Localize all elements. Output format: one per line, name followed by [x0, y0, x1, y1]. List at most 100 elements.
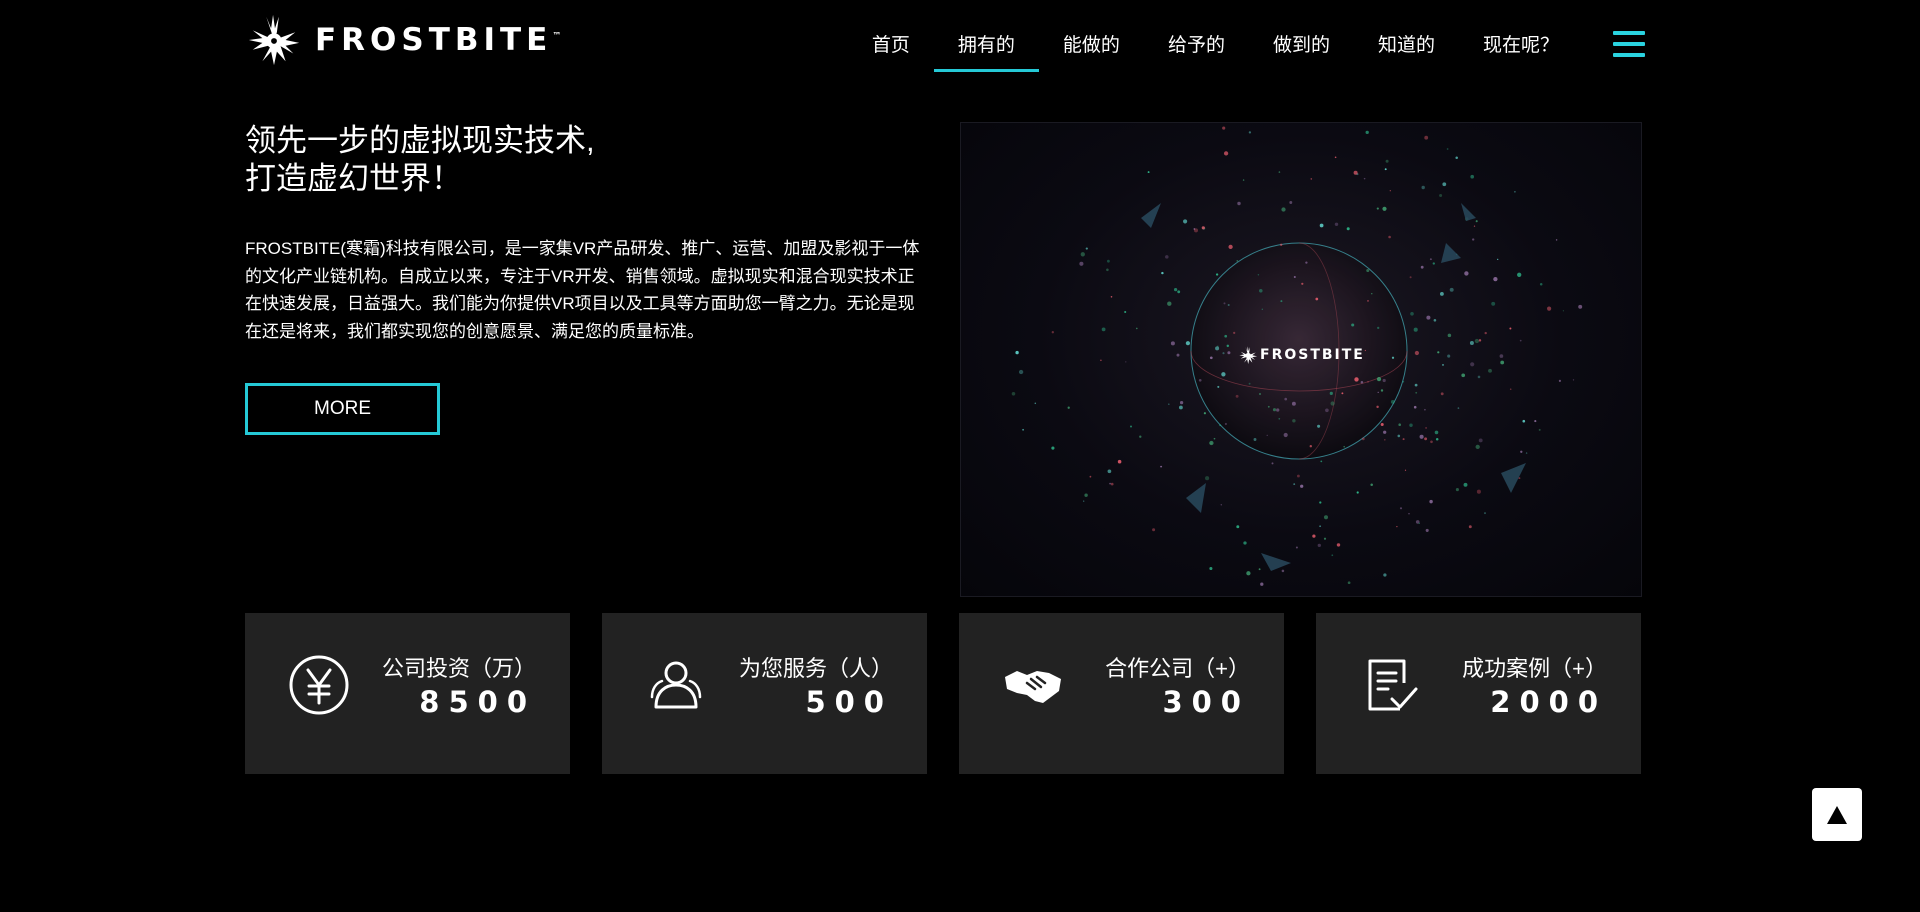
nav-item-home[interactable]: 首页	[848, 0, 934, 80]
particle	[1477, 375, 1481, 379]
particle	[1562, 310, 1564, 312]
stat-label: 公司投资（万）	[381, 656, 536, 681]
particle	[1367, 300, 1369, 302]
particle	[1361, 437, 1365, 441]
particle	[1067, 406, 1070, 409]
stat-card-partners: 合作公司（+） 300	[959, 613, 1284, 774]
particle	[1572, 379, 1575, 381]
particle	[1022, 428, 1024, 431]
particle	[1209, 566, 1213, 571]
particle	[1384, 439, 1386, 441]
brand-logo[interactable]: FROSTBITE™	[245, 0, 561, 80]
particle	[1474, 338, 1480, 344]
stat-card-investment: 公司投资（万） 8500	[245, 613, 570, 774]
particle	[1377, 326, 1380, 330]
particle	[1161, 271, 1164, 275]
particle	[1478, 339, 1482, 342]
particle	[1281, 569, 1285, 573]
particle	[1193, 228, 1199, 233]
particle	[1293, 483, 1296, 485]
back-to-top-button[interactable]	[1812, 788, 1862, 841]
particle	[1418, 522, 1420, 524]
particle	[1323, 537, 1327, 540]
particle	[1213, 437, 1216, 440]
particle	[1382, 206, 1387, 211]
particle	[1136, 327, 1138, 330]
particle	[1435, 437, 1439, 441]
particle	[1100, 359, 1102, 362]
stat-label: 成功案例（+）	[1462, 656, 1607, 681]
particle	[1497, 258, 1499, 261]
hero-description: FROSTBITE(寒霜)科技有限公司，是一家集VR产品研发、推广、运营、加盟及…	[245, 239, 920, 341]
particle	[1409, 276, 1412, 279]
users-icon	[650, 661, 702, 709]
particle	[1330, 401, 1335, 406]
particle	[1461, 373, 1466, 378]
stat-value: 2000	[1490, 685, 1607, 719]
particle	[1429, 499, 1433, 504]
particle	[1284, 397, 1288, 401]
particle	[1293, 275, 1296, 279]
nav-item-can-do[interactable]: 能做的	[1039, 0, 1144, 80]
particle	[1242, 179, 1245, 181]
particle	[1408, 513, 1410, 515]
nav-item-achieved[interactable]: 做到的	[1249, 0, 1354, 80]
particle	[1447, 354, 1451, 358]
hamburger-menu-icon[interactable]	[1613, 31, 1645, 61]
particle	[1217, 345, 1219, 348]
particle	[1500, 360, 1505, 365]
particle	[1292, 419, 1296, 423]
particle	[1442, 364, 1444, 366]
more-button[interactable]: MORE	[245, 383, 440, 435]
particle	[1389, 190, 1391, 192]
particle	[1346, 227, 1350, 231]
particle	[1235, 394, 1239, 398]
particle	[1228, 244, 1233, 250]
particle	[1360, 380, 1364, 384]
particle	[1160, 465, 1163, 468]
particle	[1475, 220, 1478, 223]
particle	[1015, 350, 1019, 355]
particle	[1124, 310, 1127, 314]
nav-item-give[interactable]: 给予的	[1144, 0, 1249, 80]
claw-logo-icon	[248, 14, 300, 66]
nav-item-own[interactable]: 拥有的	[933, 0, 1039, 80]
particle	[1331, 554, 1334, 557]
particle	[1224, 422, 1227, 426]
particle	[1380, 422, 1384, 427]
triangle-up-icon	[1827, 805, 1847, 824]
particle	[1421, 185, 1425, 190]
particle	[1317, 543, 1321, 548]
particle	[1430, 440, 1433, 444]
particle	[1363, 177, 1366, 180]
particle	[1478, 438, 1483, 443]
particle	[1260, 582, 1264, 586]
particle	[1085, 247, 1088, 250]
particle	[1334, 156, 1337, 159]
particle	[1476, 489, 1481, 494]
particle	[1198, 378, 1202, 382]
particle	[1222, 352, 1225, 355]
particle	[1351, 323, 1355, 327]
particle	[1185, 341, 1190, 346]
particle	[1402, 438, 1405, 441]
nav-item-now[interactable]: 现在呢？	[1459, 0, 1583, 80]
particle	[1519, 339, 1522, 342]
nav-item-know[interactable]: 知道的	[1354, 0, 1459, 80]
particle	[1425, 426, 1428, 429]
particle	[1377, 391, 1379, 394]
particle	[1447, 333, 1452, 338]
particle	[1278, 417, 1281, 420]
particle	[1215, 346, 1220, 351]
particle	[1366, 268, 1370, 273]
particle	[1376, 377, 1382, 382]
particle	[1547, 306, 1552, 311]
particle	[1201, 226, 1205, 230]
particle	[1317, 424, 1321, 428]
particle	[1266, 434, 1268, 437]
particle	[1464, 271, 1469, 276]
particle	[1440, 392, 1444, 396]
particle	[1107, 469, 1112, 474]
particle	[1558, 379, 1561, 382]
particle	[1323, 515, 1329, 520]
